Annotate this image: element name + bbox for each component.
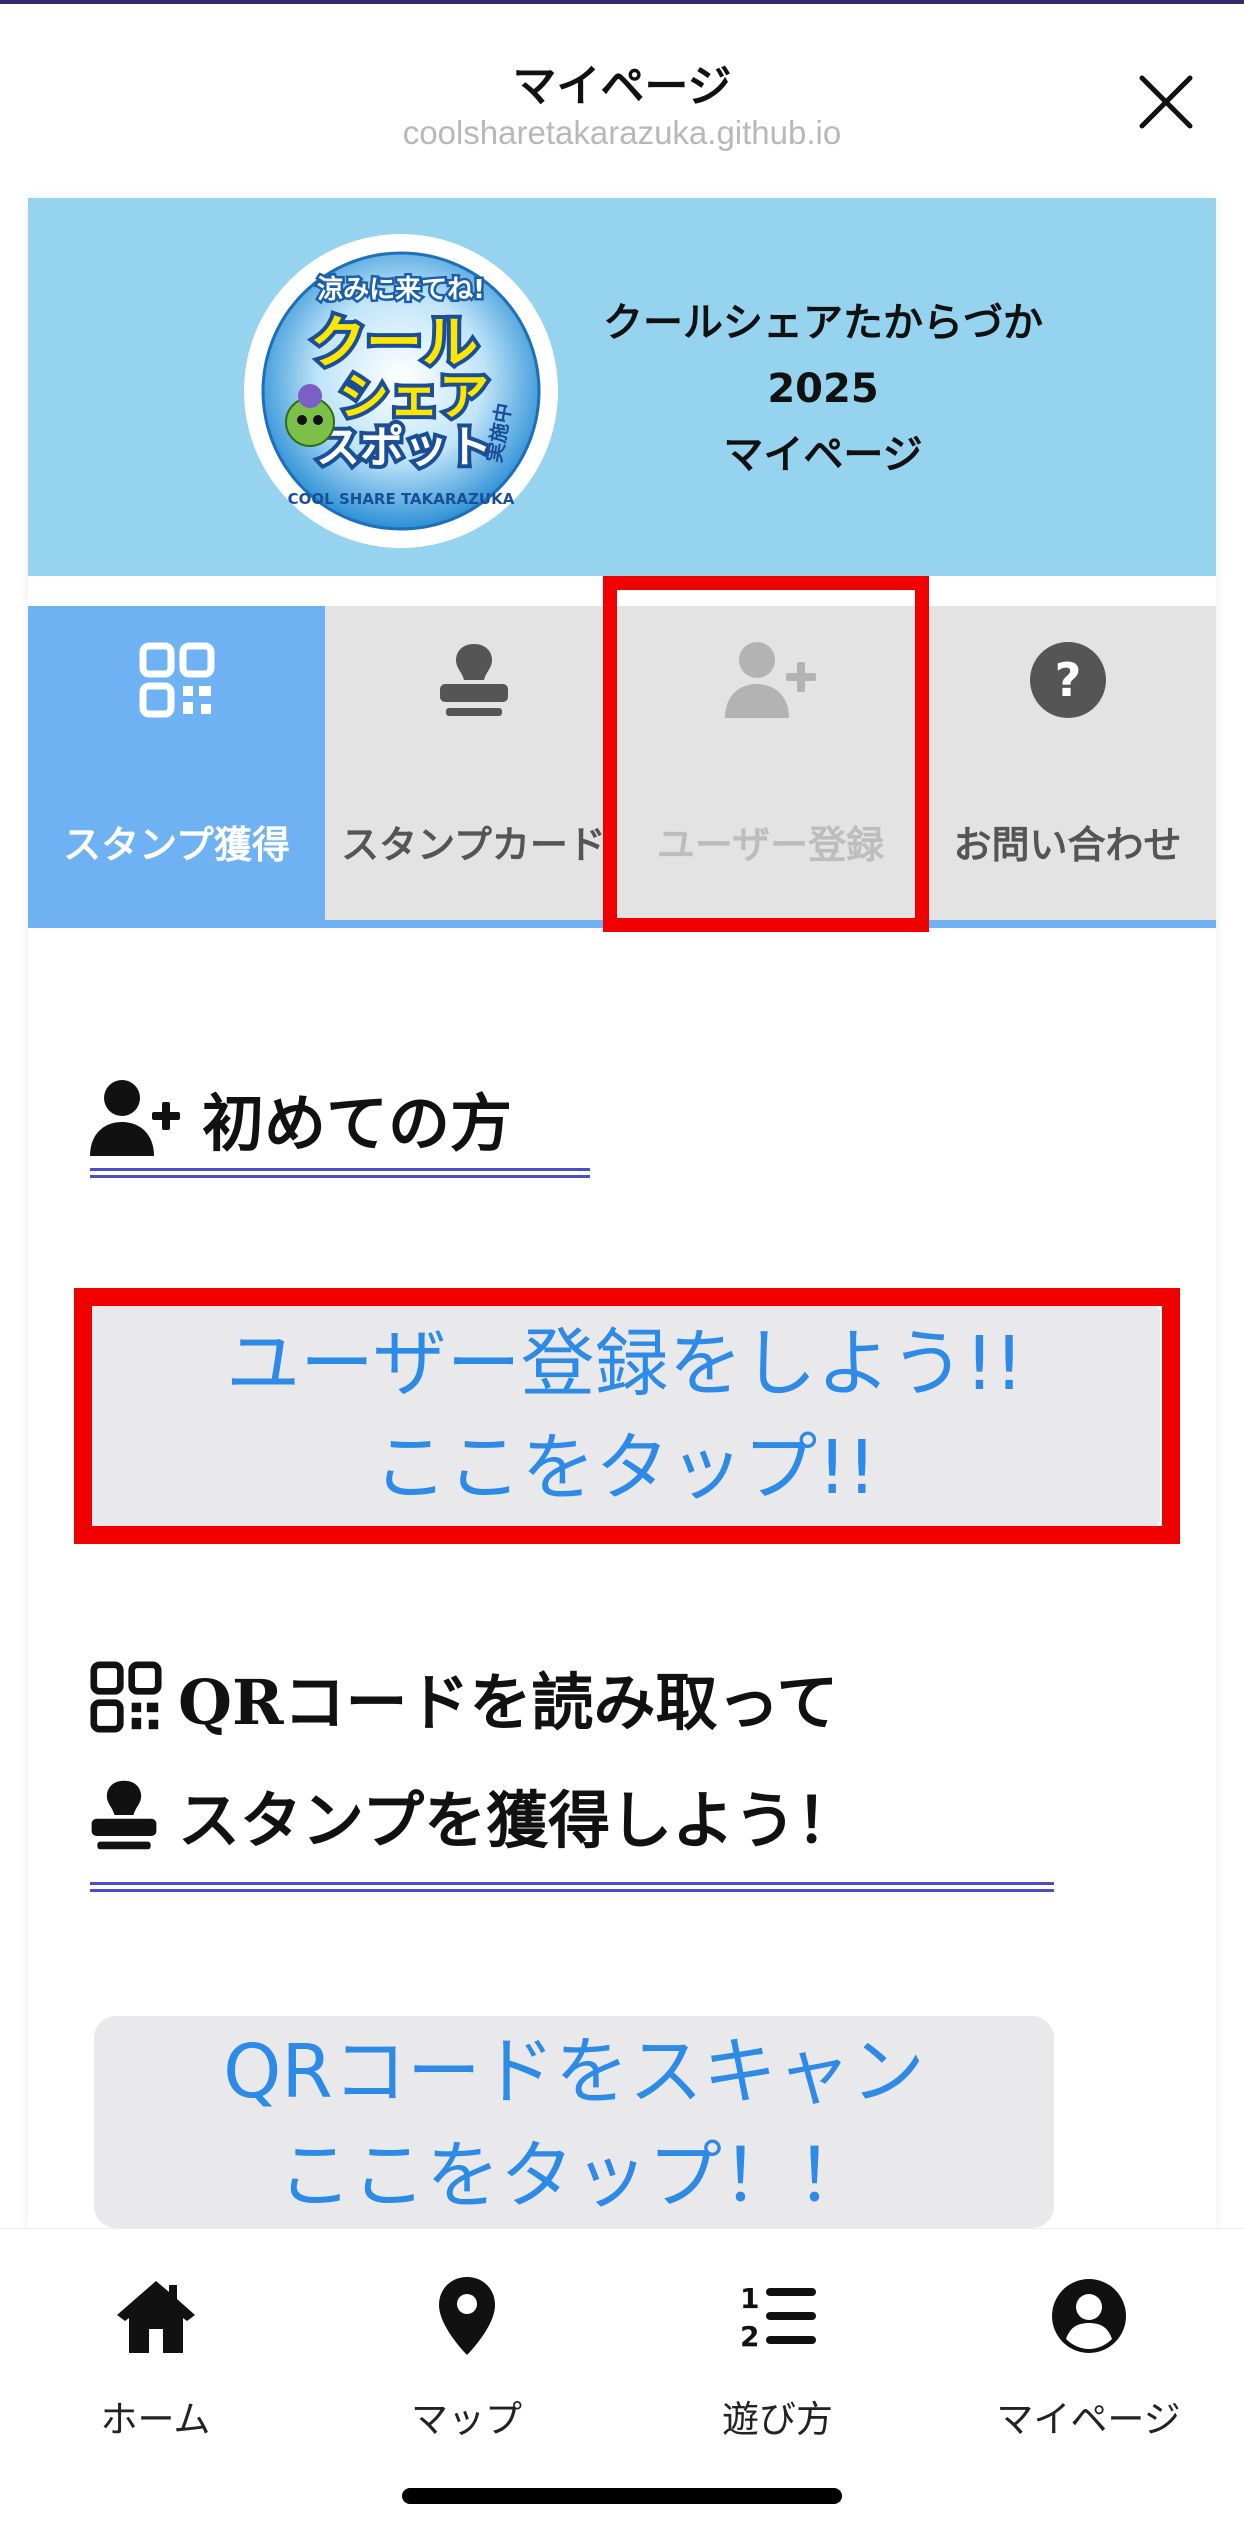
numbered-list-icon: 1 2 xyxy=(740,2282,816,2352)
svg-text:2: 2 xyxy=(740,2320,759,2352)
stamp-icon xyxy=(91,1780,157,1850)
tab-stamp-card[interactable]: スタンプカード xyxy=(325,606,622,920)
svg-text:クール: クール xyxy=(310,311,478,376)
register-button-line2: ここをタップ!! xyxy=(373,1425,877,1511)
banner-title-line3: マイページ xyxy=(723,432,923,478)
qr-code-icon xyxy=(90,1661,162,1733)
banner: 涼みに来てね! クール シェア スポット 実施中 COOL SHARE TAKA… xyxy=(28,198,1216,576)
cool-share-logo: 涼みに来てね! クール シェア スポット 実施中 COOL SHARE TAKA… xyxy=(244,234,558,548)
tab-label: ユーザー登録 xyxy=(656,822,885,867)
section-scan-heading: QRコードを読み取って スタンプを獲得しよう！ xyxy=(90,1638,858,1874)
tab-label: お問い合わせ xyxy=(953,822,1182,867)
register-button-line1: ユーザー登録をしよう!! xyxy=(226,1321,1024,1407)
tab-user-registration[interactable]: ユーザー登録 xyxy=(622,606,919,920)
map-pin-icon xyxy=(438,2277,495,2355)
sheet-header: マイページ coolsharetakarazuka.github.io xyxy=(0,4,1244,194)
close-icon xyxy=(1139,75,1193,129)
nav-mypage[interactable]: マイページ xyxy=(933,2271,1244,2461)
close-button[interactable] xyxy=(1132,68,1200,136)
tab-label: スタンプカード xyxy=(341,822,606,867)
qr-scan-button[interactable]: QRコードをスキャン ここをタップ！！ xyxy=(94,2016,1054,2228)
section-scan-title-line1: QRコードを読み取って xyxy=(178,1666,839,1739)
nav-label: ホーム xyxy=(100,2398,211,2441)
stamp-icon xyxy=(439,644,508,716)
home-icon xyxy=(116,2281,195,2353)
svg-text:スポット: スポット xyxy=(316,422,492,473)
heading-underline xyxy=(90,1882,1054,1892)
heading-underline xyxy=(90,1168,590,1178)
user-plus-icon xyxy=(90,1080,180,1156)
tab-stamp-acquire[interactable]: スタンプ獲得 xyxy=(28,606,325,920)
banner-title: クールシェアたからづか 2025 マイページ xyxy=(548,290,1098,488)
svg-text:シェア: シェア xyxy=(339,368,489,426)
tab-bar: スタンプ獲得 スタンプカード ユーザー登録 ? お問い合わせ xyxy=(28,606,1216,928)
sheet-title: マイページ xyxy=(512,61,732,112)
svg-text:涼みに来てね!: 涼みに来てね! xyxy=(317,275,485,305)
nav-label: 遊び方 xyxy=(722,2398,833,2441)
tab-label: スタンプ獲得 xyxy=(63,822,290,867)
svg-text:1: 1 xyxy=(740,2282,759,2315)
user-circle-icon xyxy=(1051,2279,1126,2353)
banner-title-line1: クールシェアたからづか xyxy=(603,300,1043,346)
svg-text:?: ? xyxy=(1054,653,1081,707)
section-scan-title-line2: スタンプを獲得しよう！ xyxy=(178,1784,859,1857)
sheet-url: coolsharetakarazuka.github.io xyxy=(402,114,842,151)
section-first-time-title: 初めての方 xyxy=(202,1087,513,1160)
home-indicator[interactable] xyxy=(402,2488,842,2504)
nav-label: マイページ xyxy=(996,2398,1181,2441)
nav-how-to-play[interactable]: 1 2 遊び方 xyxy=(622,2271,933,2461)
qr-scan-button-line1: QRコードをスキャン xyxy=(223,2029,925,2115)
page-content: 涼みに来てね! クール シェア スポット 実施中 COOL SHARE TAKA… xyxy=(28,198,1216,2230)
question-circle-icon: ? xyxy=(1029,642,1106,718)
user-plus-icon xyxy=(724,642,816,718)
nav-home[interactable]: ホーム xyxy=(0,2271,311,2461)
qr-code-icon xyxy=(139,642,214,718)
svg-text:COOL SHARE TAKARAZUKA: COOL SHARE TAKARAZUKA xyxy=(288,490,515,508)
register-button[interactable]: ユーザー登録をしよう!! ここをタップ!! xyxy=(90,1306,1160,1526)
tab-contact[interactable]: ? お問い合わせ xyxy=(919,606,1216,920)
qr-scan-button-line2: ここをタップ！！ xyxy=(278,2133,870,2219)
bottom-nav: ホーム マップ 1 2 遊び方 マイページ xyxy=(0,2228,1244,2530)
nav-label: マップ xyxy=(411,2398,522,2441)
banner-title-line2: 2025 xyxy=(767,366,879,412)
nav-map[interactable]: マップ xyxy=(311,2271,622,2461)
